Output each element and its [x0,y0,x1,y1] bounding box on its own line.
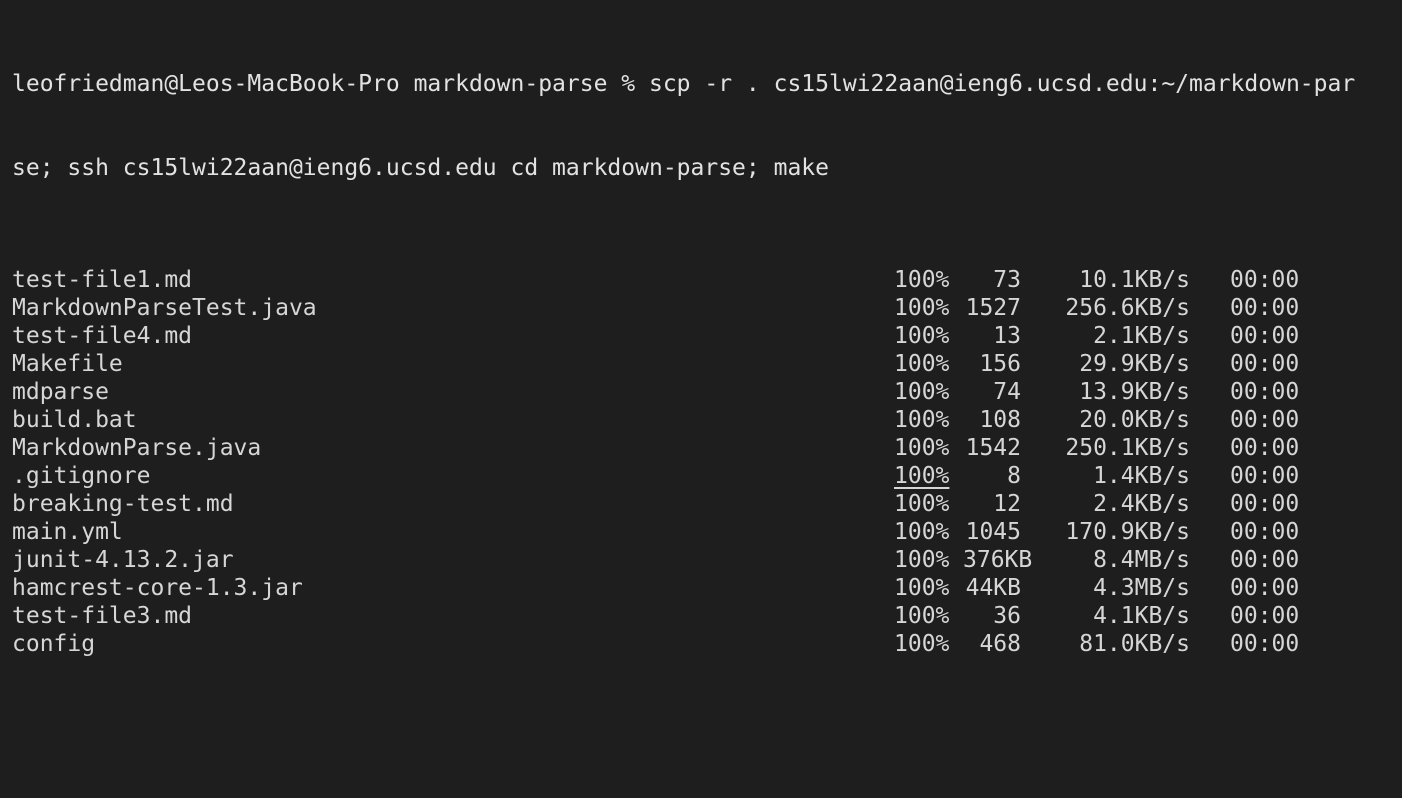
transfer-eta: 00:00 [1230,463,1300,489]
transfer-percent: 100% [894,631,950,657]
transfer-rate: 8.4MB/s [1093,547,1190,573]
transfer-percent: 100% [894,267,950,293]
transfer-eta: 00:00 [1230,575,1300,601]
transfer-row: config 100% 468 81.0KB/s 00:00 [12,630,1402,658]
transfer-eta: 00:00 [1230,323,1300,349]
transfer-eta: 00:00 [1230,631,1300,657]
transfer-size: 376KB [963,547,1033,573]
transfer-rate: 81.0KB/s [1079,631,1190,657]
file-name: mdparse [12,379,109,405]
transfer-percent: 100% [894,351,950,377]
transfer-row: MarkdownParseTest.java 100% 1527 256.6KB/s 0… [12,294,1402,322]
file-name: hamcrest-core-1.3.jar [12,575,303,601]
file-name: test-file3.md [12,603,193,629]
transfer-eta: 00:00 [1230,407,1300,433]
transfer-rate: 1.4KB/s [1093,463,1190,489]
transfer-size: 44KB [965,575,1021,601]
transfer-row: build.bat 100% 108 20.0KB/s 00:00 [12,406,1402,434]
transfer-size: 13 [993,323,1021,349]
transfer-percent: 100% [894,463,950,489]
transfer-percent: 100% [894,547,950,573]
transfer-eta: 00:00 [1230,519,1300,545]
command-line-1: leofriedman@Leos-MacBook-Pro markdown-pa… [12,71,1356,97]
file-name: Makefile [12,351,123,377]
transfer-rate: 4.1KB/s [1093,603,1190,629]
file-name: test-file4.md [12,323,193,349]
transfer-row: test-file3.md 100% 36 4.1KB/s 00:00 [12,602,1402,630]
transfer-percent: 100% [894,575,950,601]
transfer-eta: 00:00 [1230,491,1300,517]
transfer-percent: 100% [894,323,950,349]
transfer-percent: 100% [894,491,950,517]
transfer-row: MarkdownParse.java 100% 1542 250.1KB/s 00:00 [12,434,1402,462]
transfer-row: test-file1.md 100% 73 10.1KB/s 00:00 [12,266,1402,294]
transfer-eta: 00:00 [1230,295,1300,321]
transfer-size: 1045 [965,519,1021,545]
transfer-row: Makefile 100% 156 29.9KB/s 00:00 [12,350,1402,378]
transfer-rate: 10.1KB/s [1079,267,1190,293]
transfer-size: 73 [993,267,1021,293]
transfer-row: test-file4.md 100% 13 2.1KB/s 00:00 [12,322,1402,350]
file-name: breaking-test.md [12,491,234,517]
transfer-percent: 100% [894,407,950,433]
transfer-row: mdparse 100% 74 13.9KB/s 00:00 [12,378,1402,406]
transfer-size: 1527 [965,295,1021,321]
transfer-rate: 2.1KB/s [1093,323,1190,349]
file-name: main.yml [12,519,123,545]
file-name: config [12,631,96,657]
file-name: MarkdownParse.java [12,435,262,461]
file-name: junit-4.13.2.jar [12,547,234,573]
transfer-rate: 250.1KB/s [1065,435,1190,461]
transfer-percent: 100% [894,603,950,629]
transfer-eta: 00:00 [1230,435,1300,461]
transfer-rate: 29.9KB/s [1079,351,1190,377]
transfer-percent: 100% [894,519,950,545]
transfer-list: test-file1.md 100% 73 10.1KB/s 00:00 Markdown… [12,266,1402,658]
transfer-eta: 00:00 [1230,351,1300,377]
transfer-percent: 100% [894,295,950,321]
transfer-row: hamcrest-core-1.3.jar 100% 44KB 4.3MB/s 00:0… [12,574,1402,602]
transfer-size: 108 [979,407,1021,433]
terminal-output[interactable]: leofriedman@Leos-MacBook-Pro markdown-pa… [12,14,1402,798]
transfer-row: .gitignore 100% 8 1.4KB/s 00:00 [12,462,1402,490]
transfer-rate: 4.3MB/s [1093,575,1190,601]
transfer-size: 36 [993,603,1021,629]
transfer-size: 468 [979,631,1021,657]
transfer-eta: 00:00 [1230,603,1300,629]
transfer-size: 8 [1007,463,1021,489]
truncated-output-line [12,742,1402,770]
transfer-rate: 2.4KB/s [1093,491,1190,517]
transfer-size: 156 [979,351,1021,377]
transfer-row: main.yml 100% 1045 170.9KB/s 00:00 [12,518,1402,546]
file-name: test-file1.md [12,267,193,293]
transfer-size: 74 [993,379,1021,405]
transfer-row: breaking-test.md 100% 12 2.4KB/s 00:00 [12,490,1402,518]
transfer-percent: 100% [894,379,950,405]
transfer-rate: 170.9KB/s [1065,519,1190,545]
command-line-2: se; ssh cs15lwi22aan@ieng6.ucsd.edu cd m… [12,155,829,181]
transfer-size: 12 [993,491,1021,517]
file-name: build.bat [12,407,137,433]
transfer-eta: 00:00 [1230,379,1300,405]
file-name: .gitignore [12,463,151,489]
transfer-eta: 00:00 [1230,267,1300,293]
file-name: MarkdownParseTest.java [12,295,317,321]
transfer-rate: 20.0KB/s [1079,407,1190,433]
transfer-rate: 256.6KB/s [1065,295,1190,321]
transfer-size: 1542 [965,435,1021,461]
transfer-eta: 00:00 [1230,547,1300,573]
transfer-rate: 13.9KB/s [1079,379,1190,405]
transfer-percent: 100% [894,435,950,461]
transfer-row: junit-4.13.2.jar 100% 376KB 8.4MB/s 00:00 [12,546,1402,574]
